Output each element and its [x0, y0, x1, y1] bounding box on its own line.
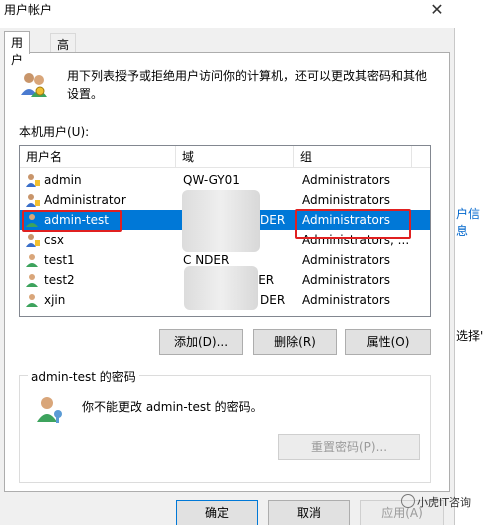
cell-group: Administrators — [302, 273, 391, 287]
admin-user-icon — [26, 174, 40, 187]
background-text-select: 选择' — [456, 329, 484, 343]
privacy-blur — [182, 190, 260, 252]
watermark-text: 小虎IT咨询 — [417, 496, 471, 509]
cell-group: Administrators — [302, 293, 391, 307]
highlight-box-username — [22, 210, 122, 232]
users-icon — [21, 73, 47, 97]
column-header-group[interactable]: 组 — [294, 146, 412, 168]
cell-username: admin — [44, 173, 82, 187]
user-accounts-dialog: 用户帐户 ✕ 用户 高级 用下列表授予或拒绝用户访问你的计算机，还可以更改其密码… — [0, 0, 455, 525]
local-users-label: 本机用户(U): — [19, 125, 90, 139]
user-icon — [26, 274, 38, 287]
cancel-button[interactable]: 取消 — [268, 500, 350, 525]
cell-username: test2 — [44, 273, 75, 287]
user-icon — [26, 254, 38, 267]
admin-user-icon — [26, 234, 40, 247]
cell-username: test1 — [44, 253, 75, 267]
properties-button[interactable]: 属性(O) — [345, 329, 431, 355]
password-message: 你不能更改 admin-test 的密码。 — [82, 400, 263, 414]
privacy-blur — [184, 266, 258, 310]
window-title: 用户帐户 — [4, 3, 53, 17]
cell-username: csx — [44, 233, 64, 247]
cell-group: Administrators — [302, 253, 391, 267]
user-icon — [26, 294, 38, 307]
cell-domain: QW-GY01 — [183, 173, 240, 187]
add-button[interactable]: 添加(D)... — [159, 329, 243, 355]
password-groupbox: admin-test 的密码 你不能更改 admin-test 的密码。 重置密… — [19, 368, 431, 483]
tab-users[interactable]: 用户 — [4, 31, 31, 67]
title-bar: 用户帐户 ✕ — [0, 0, 455, 28]
highlight-box-group — [295, 209, 411, 239]
remove-button[interactable]: 删除(R) — [253, 329, 337, 355]
close-icon[interactable]: ✕ — [425, 0, 449, 22]
column-header-domain[interactable]: 域 — [176, 146, 294, 168]
cell-group: Administrators — [302, 193, 391, 207]
cell-username: xjin — [44, 293, 66, 307]
cell-group: Administrators — [302, 173, 391, 187]
column-header-username[interactable]: 用户名 — [20, 146, 176, 168]
list-header: 用户名 域 组 — [20, 146, 430, 168]
cell-username: Administrator — [44, 193, 126, 207]
password-group-title: admin-test 的密码 — [28, 368, 139, 385]
cell-domain: DER — [260, 213, 286, 227]
users-list[interactable]: 用户名 域 组 admin QW-GY01 Administrators Adm… — [19, 145, 431, 317]
table-row[interactable]: admin QW-GY01 Administrators — [20, 170, 430, 190]
tab-advanced[interactable]: 高级 — [50, 33, 77, 69]
reset-password-button[interactable]: 重置密码(P)... — [278, 434, 420, 460]
cell-domain: DER — [260, 293, 286, 307]
background-link-info[interactable]: 户信息 — [456, 205, 485, 239]
intro-text: 用下列表授予或拒绝用户访问你的计算机，还可以更改其密码和其他设置。 — [67, 69, 428, 101]
watermark-logo-icon — [401, 494, 415, 508]
admin-user-icon — [26, 194, 40, 207]
user-key-icon — [37, 397, 62, 423]
ok-button[interactable]: 确定 — [176, 500, 258, 525]
users-tab-panel: 用下列表授予或拒绝用户访问你的计算机，还可以更改其密码和其他设置。 本机用户(U… — [4, 52, 450, 492]
